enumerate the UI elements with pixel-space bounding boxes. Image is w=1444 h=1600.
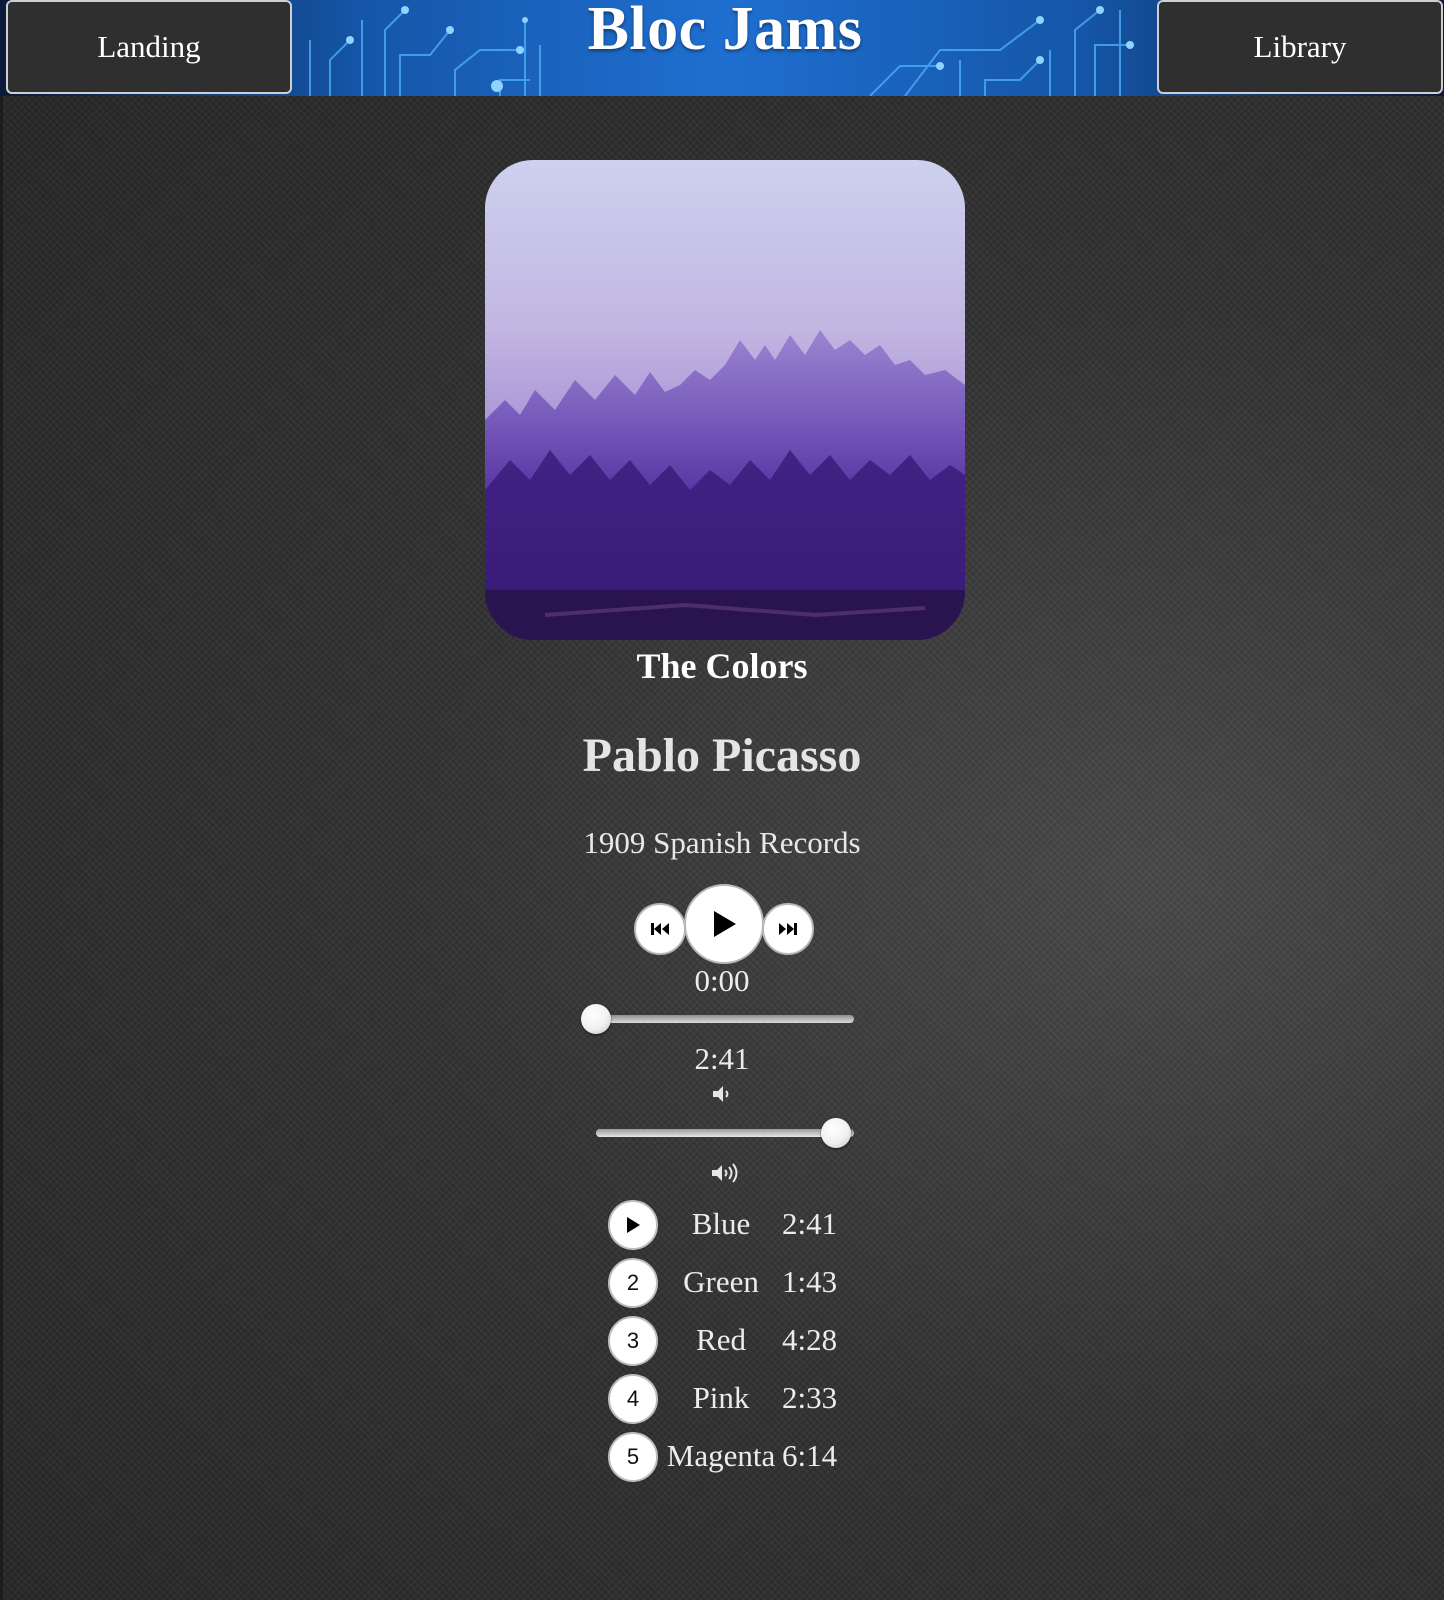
- misty-forest-image: [485, 160, 965, 640]
- previous-button[interactable]: [634, 903, 686, 955]
- skip-next-icon: [779, 923, 797, 935]
- song-row[interactable]: 2 Green 1:43: [600, 1258, 860, 1312]
- album-title: The Colors: [636, 646, 808, 686]
- landing-nav-button[interactable]: Landing: [6, 0, 292, 94]
- song-number-button[interactable]: 4: [608, 1374, 658, 1424]
- volume-bar[interactable]: [596, 1118, 854, 1148]
- album-artist: Pablo Picasso: [582, 729, 862, 782]
- song-row[interactable]: 4 Pink 2:33: [600, 1374, 860, 1428]
- song-duration: 2:33: [782, 1380, 838, 1415]
- play-icon: [714, 911, 736, 937]
- song-title: Green: [683, 1264, 759, 1299]
- current-time: 0:00: [694, 963, 750, 998]
- brand-title[interactable]: Bloc Jams: [500, 0, 950, 65]
- song-duration: 6:14: [782, 1438, 838, 1473]
- song-title: Blue: [691, 1206, 751, 1241]
- seek-bar[interactable]: [581, 1004, 854, 1034]
- library-nav-button[interactable]: Library: [1157, 0, 1443, 94]
- song-row[interactable]: Blue 2:41: [600, 1200, 860, 1254]
- album-release-info: 1909 Spanish Records: [583, 825, 861, 860]
- song-title: Red: [696, 1322, 746, 1357]
- volume-low-icon: [713, 1086, 729, 1102]
- site-header: Landing Bloc Jams Library: [0, 0, 1444, 96]
- song-number-button[interactable]: 3: [608, 1316, 658, 1366]
- skip-previous-icon: [651, 923, 669, 935]
- song-number-button[interactable]: 5: [608, 1432, 658, 1482]
- song-play-button[interactable]: [608, 1200, 658, 1250]
- song-duration: 2:41: [782, 1206, 838, 1241]
- play-pause-button[interactable]: [684, 884, 764, 964]
- song-title: Pink: [692, 1380, 750, 1415]
- song-row[interactable]: 3 Red 4:28: [600, 1316, 860, 1370]
- play-icon: [627, 1217, 640, 1233]
- seek-bar-thumb[interactable]: [581, 1004, 611, 1034]
- album-cover-image: [485, 160, 965, 640]
- song-duration: 4:28: [782, 1322, 838, 1357]
- song-title: Magenta: [666, 1438, 776, 1473]
- next-button[interactable]: [762, 903, 814, 955]
- volume-bar-fill: [596, 1129, 836, 1137]
- song-row[interactable]: 5 Magenta 6:14: [600, 1432, 860, 1486]
- total-time: 2:41: [694, 1041, 750, 1076]
- volume-high-icon: [712, 1163, 738, 1183]
- volume-bar-thumb[interactable]: [820, 1118, 851, 1148]
- song-duration: 1:43: [782, 1264, 838, 1299]
- song-number-button[interactable]: 2: [608, 1258, 658, 1308]
